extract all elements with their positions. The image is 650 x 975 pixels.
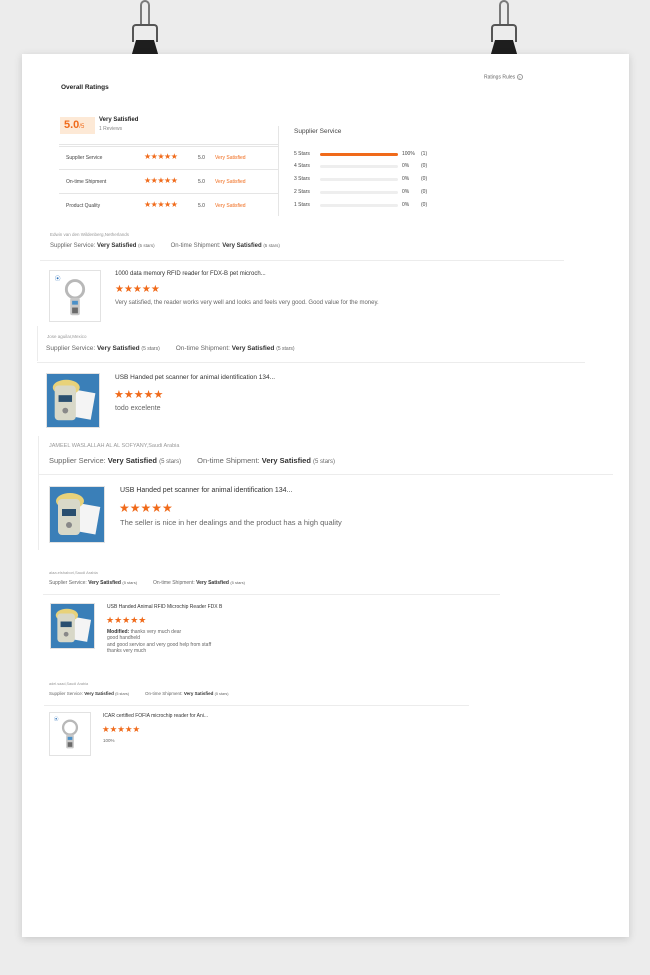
overall-rating-label: Very Satisfied [99,117,139,123]
distribution-label: 3 Stars [294,176,310,182]
review-text: The seller is nice in her dealings and t… [120,518,342,527]
review-stars-icon: ★★★★★ [114,389,164,401]
summary-row-product-quality: Product Quality ★★★★★ 5.0 Very Satisfied [66,200,246,209]
distribution-title: Supplier Service [294,128,342,135]
review-summary: Supplier Service: Very Satisfied (5 star… [46,345,295,352]
distribution-count: (0) [421,202,428,208]
distribution-count: (0) [421,176,428,182]
overall-score-badge: 5.0/5 [60,117,95,134]
review-count: 1 Reviews [99,126,123,132]
review-summary: Supplier Service: Very Satisfied (5 star… [49,691,229,696]
review-text: Very satisfied, the reader works very we… [115,300,379,306]
review-text: Modified: thanks very much dear good han… [107,629,212,654]
distribution-label: 5 Stars [294,151,310,157]
product-thumbnail[interactable] [46,373,100,428]
review-summary: Supplier Service: Very Satisfied (5 star… [49,580,245,586]
ratings-rules-link[interactable]: Ratings Rules ? [484,74,523,80]
pet-scanner-image [50,487,104,542]
summary-row-supplier-service: Supplier Service ★★★★★ 5.0 Very Satisfie… [59,147,278,170]
rfid-reader-image: ⦿ [50,271,100,321]
distribution-bar [320,165,398,168]
product-title-link[interactable]: USB Handed pet scanner for animal identi… [115,374,275,381]
distribution-label: 1 Stars [294,202,310,208]
review-stars-icon: ★★★★★ [115,284,160,295]
distribution-label: 2 Stars [294,189,310,195]
star-rating-icon: ★★★★★ [144,200,178,209]
distribution-row: 3 Stars 0% (0) [294,175,444,185]
product-thumbnail[interactable] [49,486,105,543]
product-title-link[interactable]: USB Handed Animal RFID Microchip Reader … [107,604,222,610]
distribution-row: 5 Stars 100% (1) [294,150,444,160]
distribution-row: 2 Stars 0% (0) [294,188,444,198]
distribution-bar [320,191,398,194]
product-thumbnail[interactable]: ⦿ [49,270,101,322]
question-icon: ? [516,74,523,80]
review-text: 100% [103,738,115,743]
rating-summary-table: Supplier Service ★★★★★ 5.0 Very Satisfie… [59,146,278,216]
distribution-label: 4 Stars [294,163,310,169]
star-rating-icon: ★★★★★ [144,152,178,161]
distribution-bar [320,153,398,156]
svg-text:⦿: ⦿ [55,276,61,283]
distribution-bar [320,178,398,181]
distribution-bar-fill [320,153,398,156]
review-stars-icon: ★★★★★ [102,724,141,734]
reviewer-name: Edwin van den Wildenberg,Netherlands [50,232,130,237]
product-title-link[interactable]: 1000 data memory RFID reader for FDX-B p… [115,271,266,277]
distribution-count: (1) [421,151,428,157]
reviewer-name: adel.saad,Saudi Arabia [49,682,89,686]
review-summary: Supplier Service: Very Satisfied (5 star… [50,243,280,249]
distribution-bar [320,204,398,207]
review-text: todo excelente [115,405,161,412]
reviewer-name: JAMEEL WASLALLAH AL AL SOFYANY,Saudi Ara… [49,443,180,449]
distribution-count: (0) [421,189,428,195]
product-title-link[interactable]: ICAR certified FOFIA microchip reader fo… [103,713,208,719]
rfid-reader-image: ⦿ [50,713,90,753]
distribution-row: 1 Stars 0% (0) [294,201,444,211]
distribution-percent: 0% [402,189,410,195]
review-summary: Supplier Service: Very Satisfied (5 star… [49,456,336,465]
distribution-percent: 0% [402,176,410,182]
star-rating-icon: ★★★★★ [144,176,178,185]
distribution-percent: 0% [402,163,410,169]
reviewer-name: alaa.elshabori,Saudi Arabia [49,570,98,575]
distribution-percent: 0% [402,202,410,208]
pet-scanner-image [51,604,94,648]
product-thumbnail[interactable]: ⦿ [49,712,91,756]
summary-row-ontime-shipment: On-time Shipment ★★★★★ 5.0 Very Satisfie… [59,171,278,194]
review-stars-icon: ★★★★★ [119,501,173,515]
product-thumbnail[interactable] [50,603,95,649]
distribution-row: 4 Stars 0% (0) [294,162,444,172]
review-stars-icon: ★★★★★ [106,615,147,625]
page-title: Overall Ratings [61,84,109,91]
pet-scanner-image [47,374,99,427]
reviewer-name: Jose aguilar,Mexico [47,334,87,339]
product-title-link[interactable]: USB Handed pet scanner for animal identi… [120,487,292,494]
distribution-count: (0) [421,163,428,169]
distribution-percent: 100% [402,151,415,157]
